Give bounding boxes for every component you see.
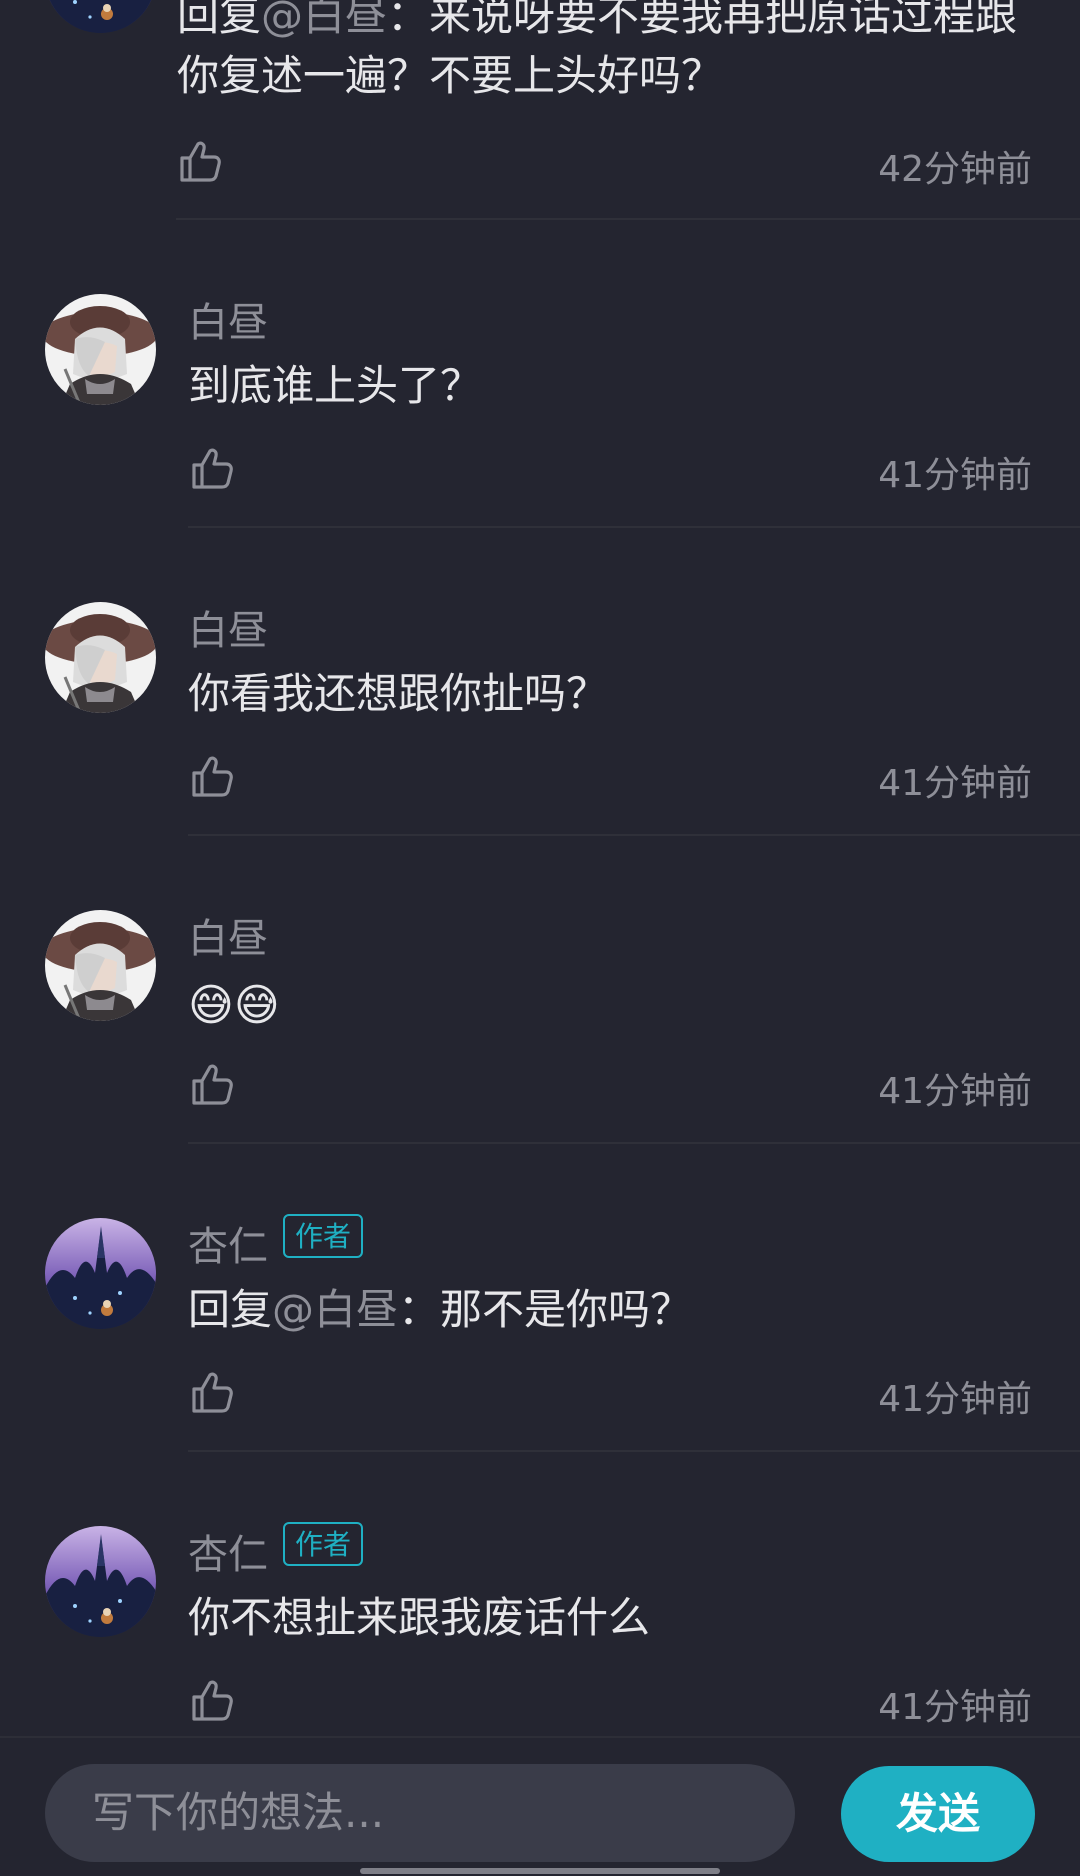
comment-text-line2: 你复述一遍？不要上头好吗？ — [177, 51, 724, 100]
username[interactable]: 杏仁 — [188, 1522, 268, 1580]
reply-prefix: 回复 — [177, 0, 262, 40]
username[interactable]: 杏仁 — [188, 1214, 268, 1272]
like-button[interactable] — [176, 138, 224, 186]
timestamp: 41分钟前 — [878, 1379, 1032, 1420]
timestamp: 41分钟前 — [878, 1687, 1032, 1728]
sweat-smile-emoji: 😅 — [188, 980, 234, 1031]
thumbs-up-icon — [188, 1369, 236, 1417]
username[interactable]: 白昼 — [188, 290, 268, 348]
comment-input-bar: 写下你的想法... 发送 — [0, 1736, 1080, 1876]
thumbs-up-icon — [188, 1677, 236, 1725]
like-button[interactable] — [188, 1369, 236, 1417]
comment-text: 回复@白昼：那不是你吗？ — [188, 1280, 1048, 1340]
comment-text: 回复@白昼：来说呀要不要我再把原话过程跟 你复述一遍？不要上头好吗？ — [177, 0, 1037, 106]
comment-text-line1: 来说呀要不要我再把原话过程跟 — [429, 0, 1018, 40]
comment-input[interactable]: 写下你的想法... — [45, 1764, 795, 1862]
thumbs-up-icon — [188, 445, 236, 493]
thumbs-up-icon — [188, 753, 236, 801]
divider — [176, 218, 1080, 220]
send-button[interactable]: 发送 — [841, 1766, 1035, 1862]
like-button[interactable] — [188, 1677, 236, 1725]
like-button[interactable] — [188, 753, 236, 801]
avatar[interactable] — [45, 1526, 156, 1637]
sweat-smile-emoji: 😅 — [233, 980, 280, 1031]
divider — [188, 834, 1080, 836]
reply-mention[interactable]: @白昼 — [272, 1285, 398, 1334]
timestamp: 41分钟前 — [878, 763, 1032, 804]
reply-mention[interactable]: @白昼 — [261, 0, 387, 40]
avatar[interactable] — [45, 294, 156, 405]
avatar[interactable] — [45, 0, 156, 33]
divider — [188, 526, 1080, 528]
avatar[interactable] — [45, 910, 156, 1021]
username[interactable]: 白昼 — [188, 906, 268, 964]
comment-text: 到底谁上头了？ — [188, 361, 483, 410]
timestamp: 42分钟前 — [878, 149, 1032, 190]
reply-prefix: 回复 — [188, 1285, 273, 1334]
author-badge: 作者 — [283, 1214, 364, 1258]
divider — [188, 1450, 1080, 1452]
thumbs-up-icon — [176, 138, 224, 186]
timestamp: 41分钟前 — [878, 455, 1032, 496]
timestamp: 41分钟前 — [878, 1071, 1032, 1112]
username[interactable]: 白昼 — [188, 598, 268, 656]
comment-text-body: 那不是你吗？ — [440, 1285, 693, 1334]
thumbs-up-icon — [188, 1061, 236, 1109]
comment-text: 😅😅 — [188, 976, 1048, 1036]
avatar[interactable] — [45, 1218, 156, 1329]
divider — [188, 1142, 1080, 1144]
like-button[interactable] — [188, 445, 236, 493]
comment-text: 你不想扯来跟我废话什么 — [188, 1593, 651, 1642]
avatar[interactable] — [45, 602, 156, 713]
author-badge: 作者 — [283, 1522, 364, 1566]
home-indicator[interactable] — [360, 1868, 720, 1874]
like-button[interactable] — [188, 1061, 236, 1109]
comment-text: 你看我还想跟你扯吗？ — [188, 669, 609, 718]
reply-colon: ： — [387, 0, 430, 40]
reply-colon: ： — [398, 1285, 441, 1334]
